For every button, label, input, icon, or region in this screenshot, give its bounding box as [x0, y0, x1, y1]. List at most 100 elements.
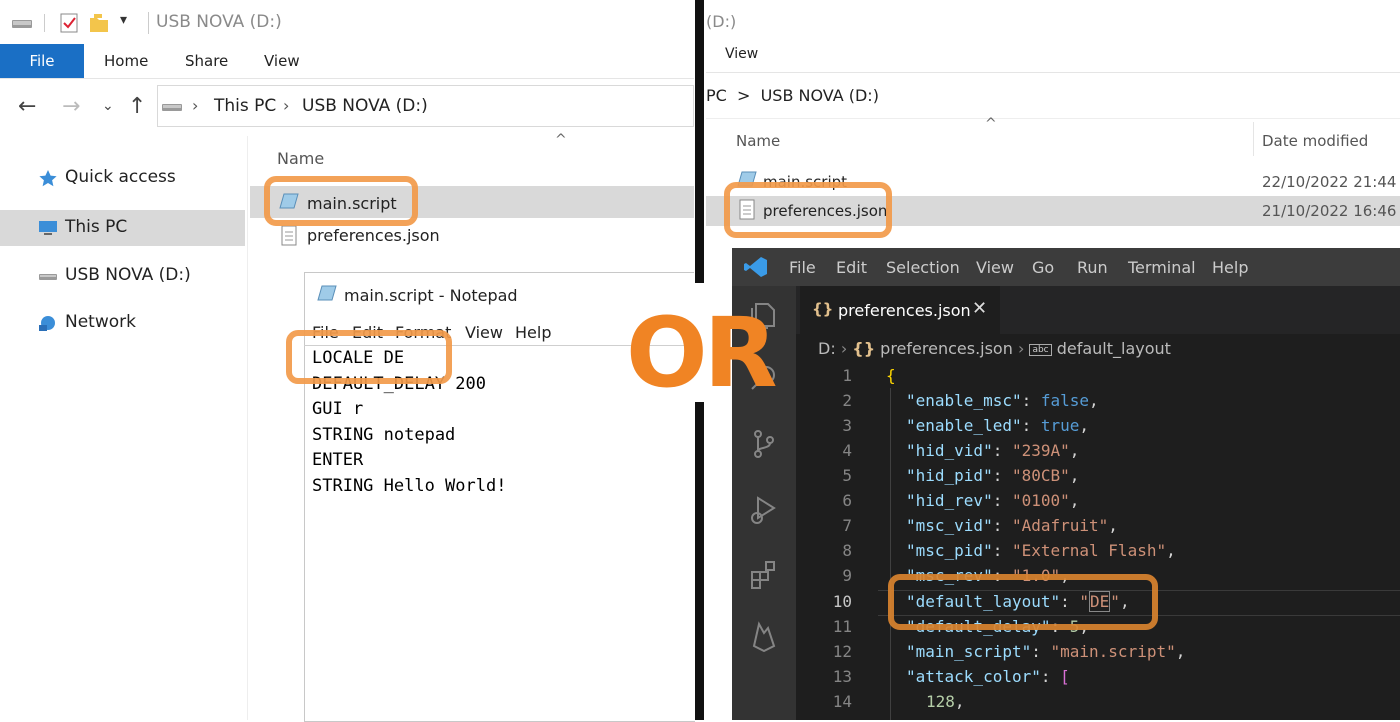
menu-terminal[interactable]: Terminal — [1128, 258, 1196, 277]
close-tab-icon[interactable]: ✕ — [972, 298, 987, 319]
code-line: "enable_msc": false, — [906, 391, 1099, 410]
column-header-name[interactable]: Name — [277, 149, 324, 168]
highlight-preferences-json — [724, 182, 892, 238]
menu-view[interactable]: View — [465, 323, 503, 342]
breadcrumb-file[interactable]: preferences.json — [880, 339, 1013, 358]
menu-file[interactable]: File — [789, 258, 816, 277]
code-line: "main_script": "main.script", — [906, 642, 1186, 661]
sidebar-item-usb-drive[interactable]: USB NOVA (D:) — [0, 258, 245, 294]
line-number: 12 — [832, 642, 852, 661]
line-number: 9 — [842, 566, 852, 585]
tab-label: preferences.json — [838, 301, 971, 320]
back-arrow-icon[interactable]: ← — [18, 94, 36, 119]
navigation-pane: Quick access This PC USB NOVA (D:) Netwo… — [0, 136, 247, 720]
sidebar-item-this-pc[interactable]: This PC — [0, 210, 245, 246]
sidebar-item-label: This PC — [65, 217, 128, 237]
json-file-icon: {} — [812, 300, 834, 318]
sidebar-item-label: Quick access — [65, 167, 176, 187]
window-title: (D:) — [706, 12, 737, 31]
extensions-icon[interactable] — [748, 558, 780, 590]
drive-icon — [39, 274, 57, 280]
drive-icon[interactable] — [10, 12, 34, 34]
breadcrumb-this-pc[interactable]: This PC — [214, 96, 276, 116]
file-date-modified: 22/10/2022 21:44 — [1262, 173, 1397, 191]
menu-help[interactable]: Help — [515, 323, 551, 342]
notepad-title: main.script - Notepad — [344, 286, 518, 305]
line-number: 8 — [842, 541, 852, 560]
script-line: GUI r — [312, 399, 364, 419]
sort-ascending-icon: ^ — [985, 116, 997, 132]
column-separator[interactable] — [1253, 122, 1254, 156]
notepad-icon — [317, 285, 337, 301]
vscode-menu-bar — [732, 248, 1400, 286]
star-icon — [39, 170, 57, 187]
text-file-icon — [281, 225, 297, 246]
forward-arrow-icon[interactable]: → — [62, 94, 80, 119]
ribbon-tab-file[interactable]: File — [0, 44, 84, 78]
line-number: 1 — [842, 366, 852, 385]
run-debug-icon[interactable] — [748, 494, 780, 526]
column-header-date-modified[interactable]: Date modified — [1262, 132, 1368, 150]
script-line: STRING Hello World! — [312, 476, 507, 496]
up-arrow-icon[interactable]: ↑ — [128, 94, 146, 119]
recent-locations-icon[interactable]: ⌄ — [102, 98, 114, 114]
breadcrumb-key[interactable]: default_layout — [1057, 339, 1171, 358]
code-line: "hid_vid": "239A", — [906, 441, 1080, 460]
menu-go[interactable]: Go — [1032, 258, 1054, 277]
highlight-main-script — [264, 176, 418, 226]
divider-line — [695, 402, 704, 720]
file-date-modified: 21/10/2022 16:46 — [1262, 202, 1397, 220]
new-folder-icon[interactable] — [88, 12, 110, 34]
toolbar-separator — [44, 14, 45, 32]
line-number: 4 — [842, 441, 852, 460]
sidebar-item-network[interactable]: Network — [0, 305, 245, 341]
ribbon-tab-home[interactable]: Home — [104, 52, 148, 70]
line-number: 3 — [842, 416, 852, 435]
line-number: 13 — [832, 667, 852, 686]
code-line: "msc_pid": "External Flash", — [906, 541, 1176, 560]
code-line: "attack_color": [ — [906, 667, 1070, 686]
highlight-locale-line — [286, 330, 452, 384]
code-line: 128, — [926, 692, 965, 711]
ribbon-tab-view[interactable]: View — [725, 46, 758, 62]
breadcrumb[interactable]: PC > USB NOVA (D:) — [706, 86, 879, 105]
line-number: 5 — [842, 466, 852, 485]
menu-help[interactable]: Help — [1212, 258, 1248, 277]
computer-icon — [39, 221, 57, 235]
menu-view[interactable]: View — [976, 258, 1014, 277]
code-line: "hid_pid": "80CB", — [906, 466, 1080, 485]
menu-run[interactable]: Run — [1077, 258, 1108, 277]
breadcrumb-drive[interactable]: D: — [818, 339, 836, 358]
line-number: 7 — [842, 516, 852, 535]
menu-edit[interactable]: Edit — [836, 258, 867, 277]
line-number: 11 — [832, 617, 852, 636]
firebase-icon[interactable] — [748, 620, 780, 652]
menu-selection[interactable]: Selection — [886, 258, 960, 277]
customize-toolbar-icon[interactable]: ▾ — [120, 12, 127, 28]
column-header-name[interactable]: Name — [736, 132, 780, 150]
divider-line — [695, 0, 704, 283]
network-icon — [39, 316, 55, 331]
code-line: "hid_rev": "0100", — [906, 491, 1080, 510]
breadcrumb-separator-icon: › — [1017, 339, 1030, 358]
line-number: 6 — [842, 491, 852, 510]
script-line: ENTER — [312, 450, 364, 470]
sort-ascending-icon: ^ — [555, 132, 567, 148]
sidebar-item-quick-access[interactable]: Quick access — [0, 160, 245, 196]
code-line: { — [886, 366, 896, 385]
properties-icon[interactable] — [58, 12, 80, 34]
line-number: 2 — [842, 391, 852, 410]
indent-guide — [890, 388, 891, 720]
ribbon-tab-share[interactable]: Share — [185, 52, 228, 70]
script-line: STRING notepad — [312, 425, 456, 445]
line-number: 14 — [832, 692, 852, 711]
source-control-icon[interactable] — [748, 428, 780, 460]
or-label: OR — [626, 297, 778, 409]
highlight-default-layout — [888, 574, 1158, 630]
breadcrumb-separator: › — [192, 96, 199, 115]
breadcrumb-drive[interactable]: USB NOVA (D:) — [302, 96, 428, 116]
window-title: USB NOVA (D:) — [156, 12, 282, 32]
ribbon-tab-view[interactable]: View — [264, 52, 300, 70]
file-name-preferences-json[interactable]: preferences.json — [307, 226, 440, 245]
title-separator — [148, 12, 149, 34]
